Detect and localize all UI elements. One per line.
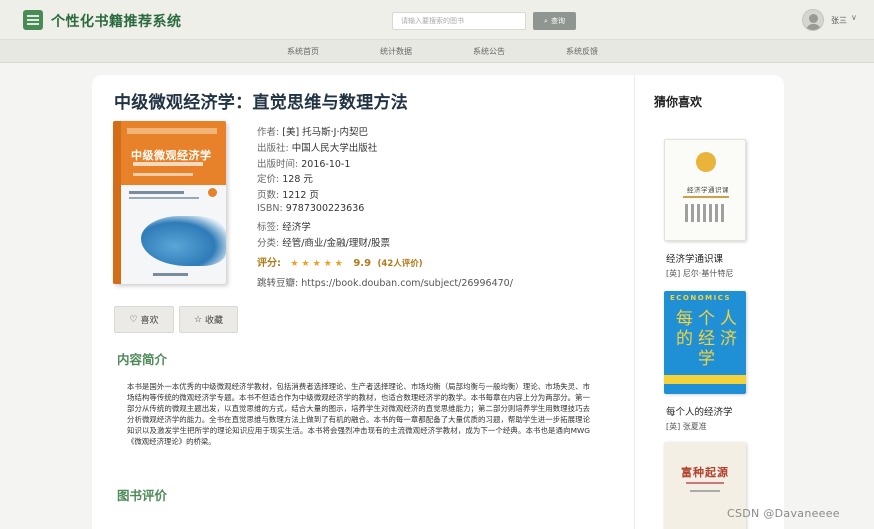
like-button-label: 喜欢 (140, 316, 159, 326)
page-title: 中级微观经济学：直觉思维与数理方法 (114, 93, 409, 113)
meta-publish-date: 出版时间: 2016-10-1 (257, 159, 351, 170)
douban-label: 跳转豆瓣: (257, 278, 299, 289)
nav-item-feedback[interactable]: 系统反馈 (566, 46, 598, 57)
nav-item-stats[interactable]: 统计数据 (380, 46, 412, 57)
user-name[interactable]: 张三 (831, 15, 847, 26)
douban-link[interactable]: https://book.douban.com/subject/26996470… (301, 278, 513, 289)
recommendation-cover-2[interactable]: ECONOMICS 每个人的经济学 (664, 291, 746, 394)
recommendation-cover-1[interactable]: 经济学通识课 (664, 139, 746, 241)
recommendation-author-1: [英] 尼尔·基什特尼 (666, 269, 734, 278)
search-input[interactable] (392, 12, 526, 30)
recommendation-author-2: [英] 张夏准 (666, 422, 707, 431)
intro-text: 本书是国外一本优秀的中级微观经济学教材，包括消费者选择理论、生产者选择理论、市场… (127, 382, 590, 447)
book-logo-icon[interactable] (23, 10, 43, 30)
cover-subtitle-line (686, 482, 724, 484)
search-icon: ⌕ (544, 16, 548, 25)
cover-english-subtitle (129, 197, 199, 199)
watermark: CSDN @Davaneeee (727, 507, 840, 520)
douban-row: 跳转豆瓣: https://book.douban.com/subject/26… (257, 275, 513, 289)
cover-series-band (127, 128, 217, 134)
rating-label: 评分: (257, 258, 281, 269)
recommendation-name-2[interactable]: 每个人的经济学 (666, 404, 733, 418)
review-section-title: 图书评价 (117, 488, 168, 503)
nav-item-announcements[interactable]: 系统公告 (473, 46, 505, 57)
meta-pages: 页数: 1212 页 (257, 190, 319, 201)
meta-tag: 标签: 经济学 (257, 222, 311, 233)
cover-badge (208, 188, 217, 197)
rec1-cover-title: 经济学通识课 (687, 186, 729, 194)
cover-english-title (129, 191, 184, 194)
favorite-button[interactable]: ☆ 收藏 (179, 306, 238, 333)
meta-author: 作者: [美] 托马斯·J·内契巴 (257, 127, 369, 138)
sidebar-title: 猜你喜欢 (654, 95, 703, 109)
book-cover: 中级微观经济学 (113, 121, 226, 284)
cover-badge-icon (696, 152, 716, 172)
star-rating-icon: ★★★★★ (290, 259, 346, 269)
recommendation-name-1[interactable]: 经济学通识课 (666, 251, 723, 265)
rec2-cover-english: ECONOMICS (670, 294, 732, 302)
cover-rule (683, 196, 729, 198)
intro-section-title: 内容简介 (117, 352, 168, 367)
cover-title: 中级微观经济学 (131, 149, 212, 162)
meta-isbn: ISBN: 9787300223636 (257, 203, 365, 214)
like-button[interactable]: ♡ 喜欢 (114, 306, 174, 333)
cover-band (664, 375, 746, 384)
rating-value: 9.9 (353, 258, 372, 269)
meta-publisher: 出版社: 中国人民大学出版社 (257, 143, 378, 154)
rec3-cover-title: 富种起源 (681, 466, 729, 479)
star-icon: ☆ (193, 314, 203, 325)
rating-row: 评分: ★★★★★ 9.9 (42人评价) (257, 254, 423, 269)
cover-illustration (685, 204, 727, 222)
top-header: 个性化书籍推荐系统 ⌕ 查询 张三 ∨ (0, 0, 874, 40)
cover-author-line (690, 490, 720, 492)
avatar[interactable] (802, 9, 824, 31)
main-nav: 系统首页 统计数据 系统公告 系统反馈 (0, 40, 874, 63)
cover-publisher-line (153, 273, 188, 276)
cover-subtitle-line (133, 162, 203, 166)
rating-count: (42人评价) (377, 259, 423, 269)
cover-spine (113, 121, 121, 284)
heart-icon: ♡ (129, 314, 138, 325)
search-button-label: 查询 (550, 17, 565, 25)
nav-item-home[interactable]: 系统首页 (287, 46, 319, 57)
chevron-down-icon[interactable]: ∨ (851, 13, 857, 22)
meta-price: 定价: 128 元 (257, 174, 313, 185)
favorite-button-label: 收藏 (205, 316, 224, 326)
meta-category: 分类: 经管/商业/金融/理财/股票 (257, 238, 391, 249)
search-button[interactable]: ⌕ 查询 (533, 12, 576, 30)
cover-author-line (133, 173, 193, 176)
rec2-cover-title: 每个人的经济学 (676, 309, 742, 369)
app-title[interactable]: 个性化书籍推荐系统 (51, 11, 182, 31)
